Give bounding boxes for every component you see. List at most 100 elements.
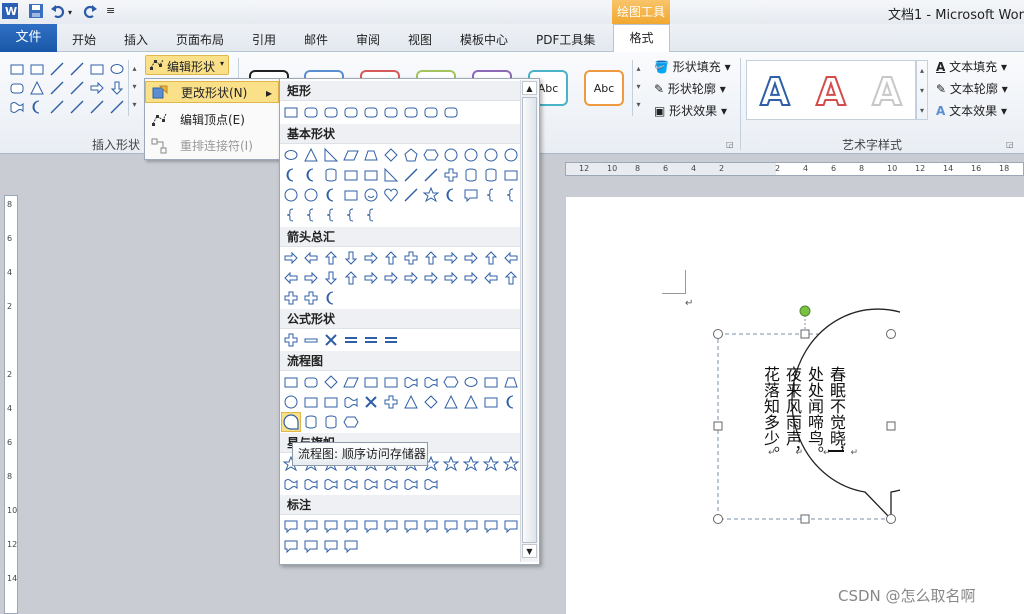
shape-option[interactable]: [442, 455, 460, 473]
shape-option[interactable]: [302, 146, 320, 164]
shape-option[interactable]: [362, 186, 380, 204]
menu-item-edit-points[interactable]: 编辑顶点(E): [145, 109, 279, 131]
shape-option[interactable]: [462, 269, 480, 287]
shape-option[interactable]: [48, 98, 66, 116]
tab-file[interactable]: 文件: [0, 24, 57, 52]
shape-option[interactable]: [422, 373, 440, 391]
scroll-down-icon[interactable]: ▼: [522, 544, 537, 558]
resize-handle-l[interactable]: [713, 421, 723, 431]
wordart-launcher-icon[interactable]: ◲: [1006, 140, 1014, 149]
shape-option[interactable]: [68, 79, 86, 97]
shape-option[interactable]: [362, 269, 380, 287]
shape-option[interactable]: [322, 537, 340, 555]
shape-option[interactable]: [362, 103, 380, 121]
shape-option[interactable]: [302, 537, 320, 555]
shape-option[interactable]: [442, 103, 460, 121]
shape-fill-button[interactable]: 🪣 形状填充 ▾: [654, 58, 731, 75]
shape-option[interactable]: [282, 186, 300, 204]
shape-option[interactable]: [322, 103, 340, 121]
shape-option[interactable]: [342, 393, 360, 411]
shape-option[interactable]: [502, 146, 520, 164]
shape-option[interactable]: [402, 146, 420, 164]
shape-option[interactable]: [302, 186, 320, 204]
resize-handle-br[interactable]: [886, 514, 896, 524]
shape-option[interactable]: [422, 517, 440, 535]
shape-option[interactable]: [342, 103, 360, 121]
shape-option[interactable]: [362, 249, 380, 267]
tab-mailings[interactable]: 邮件: [304, 31, 328, 48]
shape-option[interactable]: [282, 206, 300, 224]
shape-option[interactable]: [68, 98, 86, 116]
gallery-scrollbar[interactable]: ▲ ▼: [520, 80, 538, 562]
text-outline-button[interactable]: ✎ 文本轮廓 ▾: [936, 80, 1008, 97]
shape-option[interactable]: [282, 373, 300, 391]
tab-pdf-tools[interactable]: PDF工具集: [536, 31, 595, 48]
shape-option[interactable]: [382, 146, 400, 164]
shape-option[interactable]: [382, 186, 400, 204]
shape-option[interactable]: [28, 60, 46, 78]
shape-option[interactable]: [108, 79, 126, 97]
shape-option[interactable]: [282, 289, 300, 307]
tab-references[interactable]: 引用: [252, 31, 276, 48]
shape-option[interactable]: [342, 537, 360, 555]
shape-option[interactable]: [402, 373, 420, 391]
shape-option[interactable]: [382, 517, 400, 535]
shape-option[interactable]: [482, 455, 500, 473]
resize-handle-bl[interactable]: [713, 514, 723, 524]
shape-option[interactable]: [48, 60, 66, 78]
shape-option[interactable]: [322, 269, 340, 287]
shape-option[interactable]: [462, 455, 480, 473]
shape-option[interactable]: [362, 393, 380, 411]
shape-option[interactable]: [282, 537, 300, 555]
shape-option[interactable]: [88, 60, 106, 78]
shape-option[interactable]: [322, 166, 340, 184]
shape-option[interactable]: [8, 60, 26, 78]
shape-option[interactable]: [502, 166, 520, 184]
shape-option[interactable]: [462, 186, 480, 204]
resize-handle-r[interactable]: [886, 421, 896, 431]
shape-option[interactable]: [322, 393, 340, 411]
shape-option[interactable]: [282, 269, 300, 287]
shape-option[interactable]: [462, 146, 480, 164]
shape-option[interactable]: [382, 166, 400, 184]
shape-option[interactable]: [442, 269, 460, 287]
shape-option[interactable]: [28, 79, 46, 97]
shape-option[interactable]: [422, 269, 440, 287]
shape-option[interactable]: [302, 475, 320, 493]
shape-styles-scroll[interactable]: ▴ ▾ ▾: [632, 60, 644, 116]
shape-option[interactable]: [462, 166, 480, 184]
shape-option[interactable]: [482, 393, 500, 411]
shape-option[interactable]: [342, 413, 360, 431]
shape-option[interactable]: [482, 373, 500, 391]
tab-insert[interactable]: 插入: [124, 31, 148, 48]
shape-option[interactable]: [68, 60, 86, 78]
wordart-style-3[interactable]: A: [862, 69, 912, 115]
shape-option[interactable]: [342, 146, 360, 164]
shape-option[interactable]: [282, 331, 300, 349]
shape-option[interactable]: [108, 60, 126, 78]
shape-option[interactable]: [382, 103, 400, 121]
shape-option[interactable]: [302, 413, 320, 431]
shape-option[interactable]: [322, 517, 340, 535]
shape-option[interactable]: [502, 373, 520, 391]
shape-option[interactable]: [442, 393, 460, 411]
customize-qat-icon[interactable]: ≡: [106, 4, 115, 17]
shape-option[interactable]: [322, 331, 340, 349]
shapes-gallery-scroll[interactable]: ▴ ▾ ▾: [128, 60, 140, 116]
shape-option[interactable]: [402, 269, 420, 287]
shape-option[interactable]: [302, 373, 320, 391]
shape-option[interactable]: [322, 249, 340, 267]
shape-option[interactable]: [342, 475, 360, 493]
shape-option[interactable]: [442, 186, 460, 204]
tab-page-layout[interactable]: 页面布局: [176, 31, 224, 48]
shape-option[interactable]: [402, 475, 420, 493]
shape-option[interactable]: [382, 331, 400, 349]
shape-option[interactable]: [502, 186, 520, 204]
shape-option[interactable]: [502, 517, 520, 535]
resize-handle-tl[interactable]: [713, 329, 723, 339]
tab-format[interactable]: 格式: [613, 24, 670, 53]
shape-option[interactable]: [302, 269, 320, 287]
shape-option[interactable]: [322, 413, 340, 431]
shape-option[interactable]: [282, 249, 300, 267]
shape-option[interactable]: [362, 206, 380, 224]
